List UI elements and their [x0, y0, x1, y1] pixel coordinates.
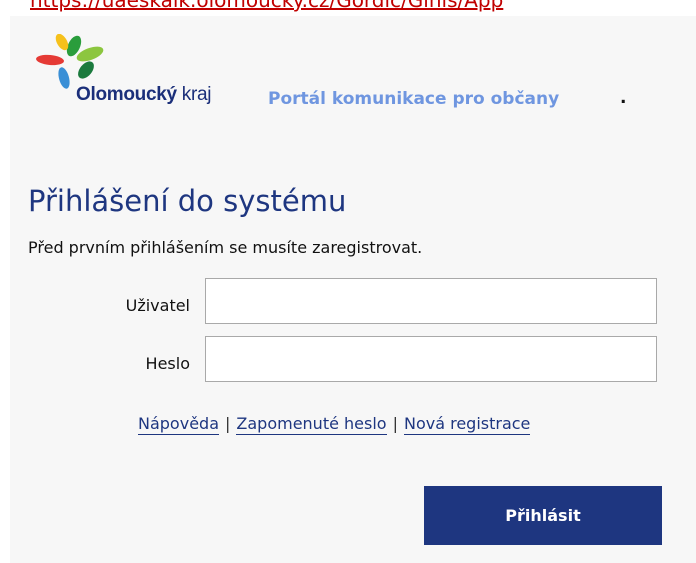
registration-notice: Před prvním přihlášením se musíte zaregi… [28, 238, 423, 257]
username-label: Uživatel [125, 296, 190, 315]
password-input[interactable] [205, 336, 657, 382]
page: https://uaeskalk.olomoucky.cz/Gordic/Gin… [0, 0, 696, 563]
username-input[interactable] [205, 278, 657, 324]
help-link[interactable]: Nápověda [138, 414, 219, 435]
link-separator: | [392, 414, 398, 433]
logo-wordmark: Olomoucký kraj [76, 84, 211, 106]
password-label: Heslo [145, 354, 190, 373]
link-separator: | [225, 414, 231, 433]
address-url-link[interactable]: https://uaeskalk.olomoucky.cz/Gordic/Gin… [30, 0, 696, 12]
help-links: Nápověda | Zapomenuté heslo | Nová registrac… [138, 414, 531, 435]
new-registration-link[interactable]: Nová registrace [403, 414, 531, 435]
login-button[interactable]: Přihlásit [424, 486, 662, 545]
login-heading: Přihlášení do systému [28, 184, 347, 218]
portal-title-dot: . [620, 88, 627, 108]
login-panel: Olomoucký kraj Portál komunikace pro obč… [10, 16, 696, 563]
forgot-password-link[interactable]: Zapomenuté heslo [236, 414, 387, 435]
portal-title: Portál komunikace pro občany [268, 89, 560, 109]
logo-suffix-text: kraj [181, 84, 212, 105]
olomoucky-kraj-logo: Olomoucký kraj [28, 34, 278, 106]
logo-brand-text: Olomoucký [76, 84, 177, 105]
